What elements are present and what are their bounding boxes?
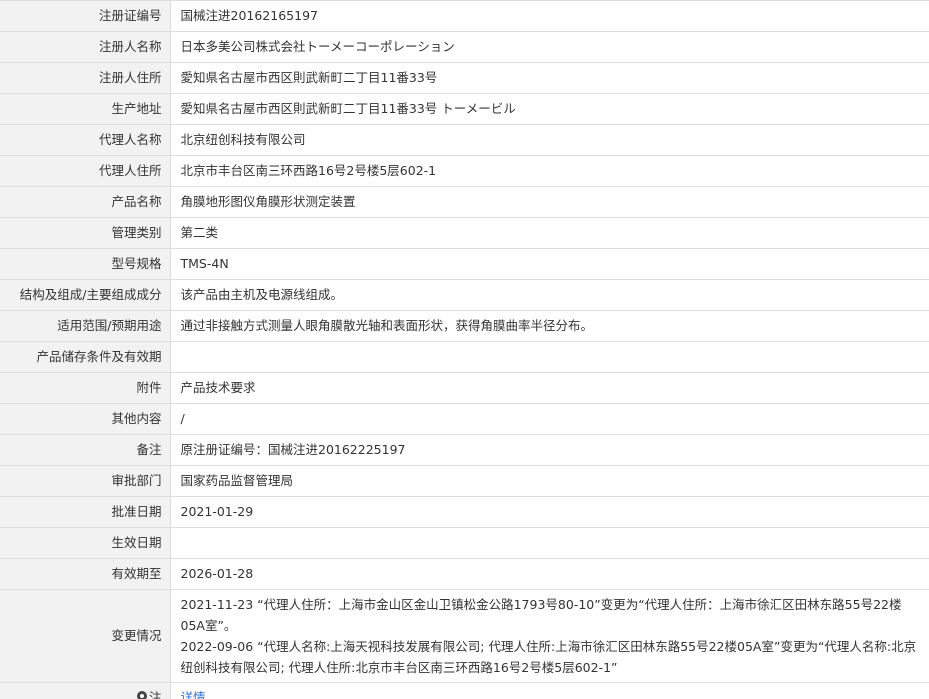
change-entry: 2021-11-23 “代理人住所：上海市金山区金山卫镇松金公路1793号80-…: [180, 597, 902, 633]
details-link[interactable]: 详情: [181, 690, 206, 699]
field-label: 其他内容: [0, 403, 171, 435]
field-value: 北京纽创科技有限公司: [170, 124, 929, 156]
note-label: 注: [148, 689, 162, 699]
field-value: 原注册证编号：国械注进20162225197: [170, 434, 929, 466]
field-label: 附件: [0, 372, 171, 404]
field-label: 适用范围/预期用途: [0, 310, 171, 342]
change-entry: 2022-09-06 “代理人名称:上海天视科技发展有限公司; 代理人住所:上海…: [180, 639, 917, 675]
field-label: 产品储存条件及有效期: [0, 341, 171, 373]
field-value: 国械注进20162165197: [170, 0, 929, 32]
field-label: 生效日期: [0, 527, 171, 559]
field-label: 有效期至: [0, 558, 171, 590]
row-change-history: 变更情况 2021-11-23 “代理人住所：上海市金山区金山卫镇松金公路179…: [0, 589, 929, 683]
field-label: 结构及组成/主要组成成分: [0, 279, 171, 311]
row-approval-department: 审批部门 国家药品监督管理局: [0, 465, 929, 497]
field-value: 2021-01-29: [170, 496, 929, 528]
row-attachment: 附件 产品技术要求: [0, 372, 929, 404]
field-label: 管理类别: [0, 217, 171, 249]
field-value: 产品技术要求: [170, 372, 929, 404]
field-value: 通过非接触方式测量人眼角膜散光轴和表面形状，获得角膜曲率半径分布。: [170, 310, 929, 342]
field-value: 北京市丰台区南三环西路16号2号楼5层602-1: [170, 155, 929, 187]
field-value: 2026-01-28: [170, 558, 929, 590]
field-label: 注册人住所: [0, 62, 171, 94]
field-label: 注册人名称: [0, 31, 171, 63]
field-label: 产品名称: [0, 186, 171, 218]
field-value: 第二类: [170, 217, 929, 249]
row-management-category: 管理类别 第二类: [0, 217, 929, 249]
row-registration-number: 注册证编号 国械注进20162165197: [0, 0, 929, 32]
row-valid-until: 有效期至 2026-01-28: [0, 558, 929, 590]
field-value: 愛知県名古屋市西区則武新町二丁目11番33号 トーメービル: [170, 93, 929, 125]
field-label: 备注: [0, 434, 171, 466]
row-storage-validity: 产品储存条件及有效期: [0, 341, 929, 373]
field-value: 角膜地形图仪角膜形状测定装置: [170, 186, 929, 218]
row-other-content: 其他内容 /: [0, 403, 929, 435]
row-structure-composition: 结构及组成/主要组成成分 该产品由主机及电源线组成。: [0, 279, 929, 311]
note-value-cell: 详情: [170, 682, 929, 699]
field-label: 注册证编号: [0, 0, 171, 32]
field-label: 变更情况: [0, 589, 171, 683]
row-model-spec: 型号规格 TMS-4N: [0, 248, 929, 280]
row-registrant-name: 注册人名称 日本多美公司株式会社トーメーコーポレーション: [0, 31, 929, 63]
row-production-address: 生产地址 愛知県名古屋市西区則武新町二丁目11番33号 トーメービル: [0, 93, 929, 125]
row-intended-use: 适用范围/预期用途 通过非接触方式测量人眼角膜散光轴和表面形状，获得角膜曲率半径…: [0, 310, 929, 342]
row-agent-address: 代理人住所 北京市丰台区南三环西路16号2号楼5层602-1: [0, 155, 929, 187]
row-approval-date: 批准日期 2021-01-29: [0, 496, 929, 528]
field-label: 代理人住所: [0, 155, 171, 187]
map-pin-icon: [137, 691, 147, 699]
field-value: [170, 527, 929, 559]
field-value: 国家药品监督管理局: [170, 465, 929, 497]
field-value: TMS-4N: [170, 248, 929, 280]
field-value: 日本多美公司株式会社トーメーコーポレーション: [170, 31, 929, 63]
note-label-cell: 注: [0, 682, 171, 699]
field-label: 代理人名称: [0, 124, 171, 156]
field-label: 审批部门: [0, 465, 171, 497]
row-product-name: 产品名称 角膜地形图仪角膜形状测定装置: [0, 186, 929, 218]
field-value: [170, 341, 929, 373]
row-note: 注 详情: [0, 682, 929, 699]
field-value: 该产品由主机及电源线组成。: [170, 279, 929, 311]
field-label: 生产地址: [0, 93, 171, 125]
field-value: 愛知県名古屋市西区則武新町二丁目11番33号: [170, 62, 929, 94]
row-agent-name: 代理人名称 北京纽创科技有限公司: [0, 124, 929, 156]
registration-detail-table: 注册证编号 国械注进20162165197 注册人名称 日本多美公司株式会社トー…: [0, 0, 929, 699]
field-value: /: [170, 403, 929, 435]
field-label: 型号规格: [0, 248, 171, 280]
change-history-value: 2021-11-23 “代理人住所：上海市金山区金山卫镇松金公路1793号80-…: [170, 589, 929, 683]
row-registrant-address: 注册人住所 愛知県名古屋市西区則武新町二丁目11番33号: [0, 62, 929, 94]
row-remarks: 备注 原注册证编号：国械注进20162225197: [0, 434, 929, 466]
field-label: 批准日期: [0, 496, 171, 528]
row-effective-date: 生效日期: [0, 527, 929, 559]
